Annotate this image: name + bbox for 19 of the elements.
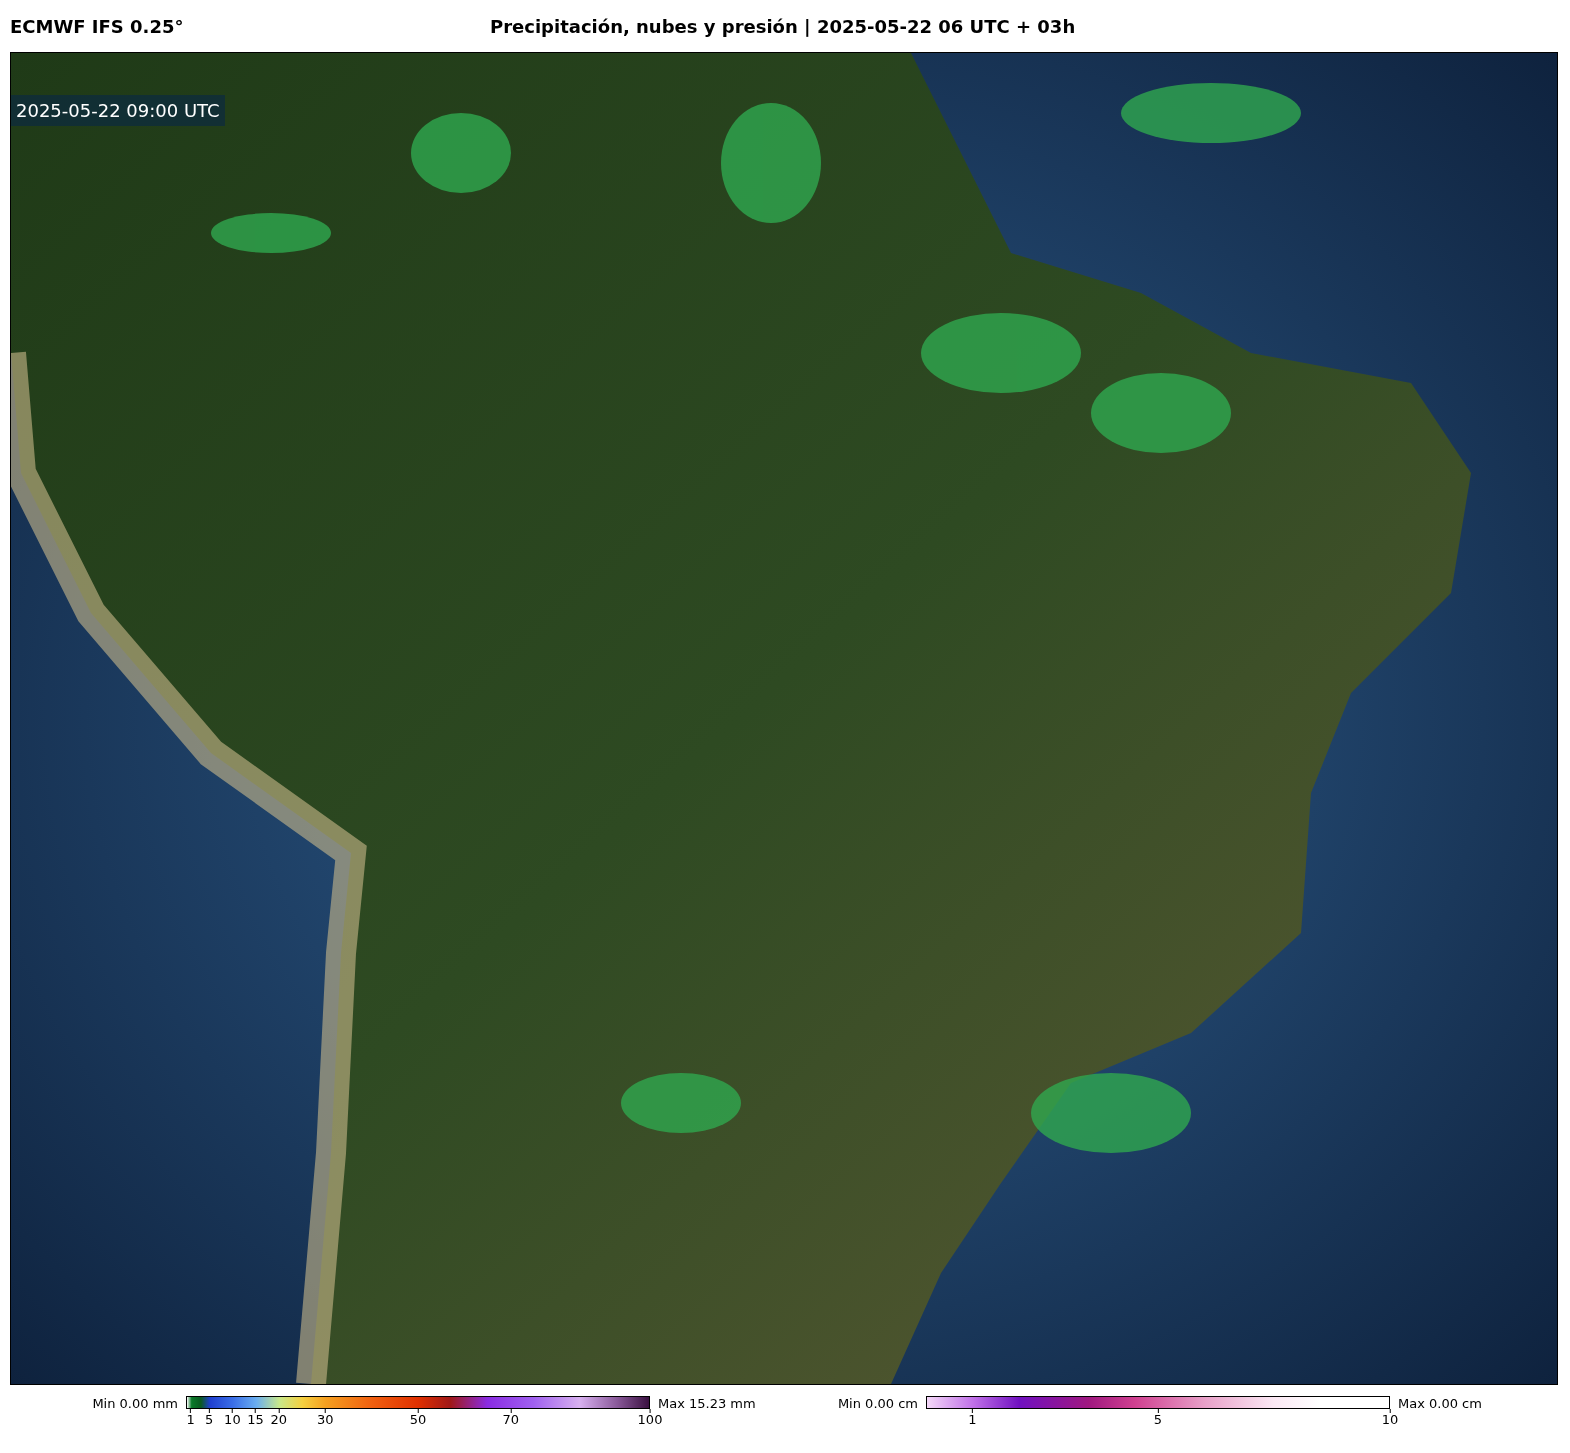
tick-label: 1: [968, 1413, 977, 1427]
tick-label: 5: [205, 1413, 214, 1427]
tick-label: 20: [270, 1413, 288, 1427]
legend-max-label: Max 0.00 cm: [1398, 1396, 1483, 1411]
tick-label: 100: [637, 1413, 663, 1427]
tick-label: 50: [409, 1413, 427, 1427]
tick-label: 70: [502, 1413, 520, 1427]
tick-label: 15: [247, 1413, 264, 1427]
legend-min-label: Min 0.00 cm: [836, 1396, 918, 1411]
tick-label: 1: [186, 1413, 195, 1427]
tick-label: 30: [316, 1413, 334, 1427]
legend-max-label: Max 15.23 mm: [658, 1396, 757, 1411]
valid-time-label: 2025-05-22 09:00 UTC: [11, 95, 225, 126]
tick-label: 5: [1153, 1413, 1163, 1427]
chart-title: Precipitación, nubes y presión | 2025-05-22 06 UTC + 03h: [490, 14, 1076, 39]
legend-min-label: Min 0.00 mm: [91, 1396, 178, 1411]
model-label: ECMWF IFS 0.25°: [10, 14, 185, 39]
tick-label: 10: [224, 1413, 241, 1427]
tick-label: 10: [1381, 1413, 1399, 1427]
